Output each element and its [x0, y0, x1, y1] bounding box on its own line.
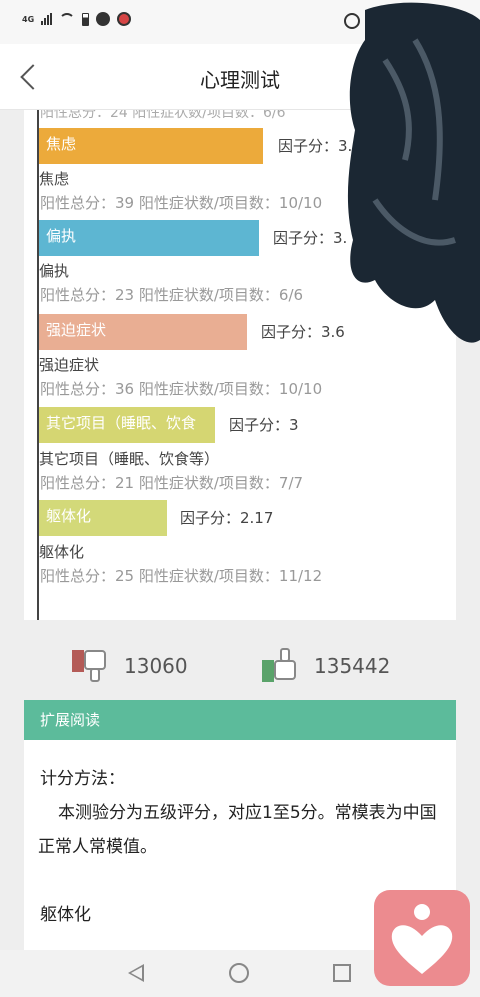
- factor-score: 因子分：3.: [278, 137, 353, 155]
- dimension-name: 强迫症状: [39, 356, 100, 374]
- factor-score: 因子分：2.17: [180, 509, 274, 527]
- dislike-count: 13060: [124, 654, 188, 678]
- nav-back-icon[interactable]: [128, 964, 144, 982]
- battery-icon: [82, 12, 90, 26]
- app-notification-icon: [96, 12, 111, 26]
- app-badge-icon: [117, 12, 132, 26]
- dimension-stats: 阳性总分：39 阳性症状数/项目数：10/10: [40, 194, 323, 212]
- factor-score: 因子分：3.: [273, 229, 348, 247]
- factor-bar-anxiety: 焦虑: [39, 128, 263, 164]
- nav-recent-apps-icon[interactable]: [333, 964, 351, 982]
- heart-person-icon: [391, 904, 453, 974]
- dimension-name: 其它项目（睡眠、饮食等）: [39, 450, 220, 468]
- scoring-method-text: 本测验分为五级评分，对应1至5分。常模表为中国正常人常模值。: [38, 803, 437, 857]
- factor-bar-somatization: 躯体化: [39, 500, 167, 536]
- partial-stats-line: 阳性总分：24 阳性症状数/项目数：6/6: [40, 110, 286, 121]
- thumbs-down-icon[interactable]: [72, 648, 112, 684]
- factor-bar-other: 其它项目（睡眠、饮食: [39, 407, 215, 443]
- like-count: 135442: [314, 654, 391, 678]
- factor-score: 因子分：3.6: [261, 323, 345, 341]
- signal-icon: [41, 13, 53, 25]
- next-topic-title: 躯体化: [40, 905, 91, 925]
- dimension-stats: 阳性总分：21 阳性症状数/项目数：7/7: [40, 474, 304, 492]
- scoring-method-title: 计分方法：: [40, 769, 125, 789]
- dimension-name: 焦虑: [39, 170, 70, 188]
- factor-bar-obsessive: 强迫症状: [39, 314, 247, 350]
- factor-bar-paranoia: 偏执: [39, 220, 259, 256]
- network-type-label: 4G: [22, 14, 35, 24]
- wifi-icon: [59, 13, 76, 25]
- thumbs-up-icon[interactable]: [262, 648, 302, 684]
- dimension-stats: 阳性总分：25 阳性症状数/项目数：11/12: [40, 567, 323, 585]
- factor-score: 因子分：3: [229, 416, 299, 434]
- dimension-stats: 阳性总分：36 阳性症状数/项目数：10/10: [40, 380, 323, 398]
- privacy-redaction-overlay: [347, 2, 480, 343]
- nav-home-icon[interactable]: [229, 963, 249, 983]
- floating-heart-button[interactable]: [374, 890, 470, 986]
- dimension-stats: 阳性总分：23 阳性症状数/项目数：6/6: [40, 286, 304, 304]
- extended-reading-header: 扩展阅读: [24, 700, 456, 740]
- dimension-name: 躯体化: [39, 543, 85, 561]
- dimension-name: 偏执: [39, 262, 70, 280]
- vote-row: 13060 135442: [0, 640, 480, 696]
